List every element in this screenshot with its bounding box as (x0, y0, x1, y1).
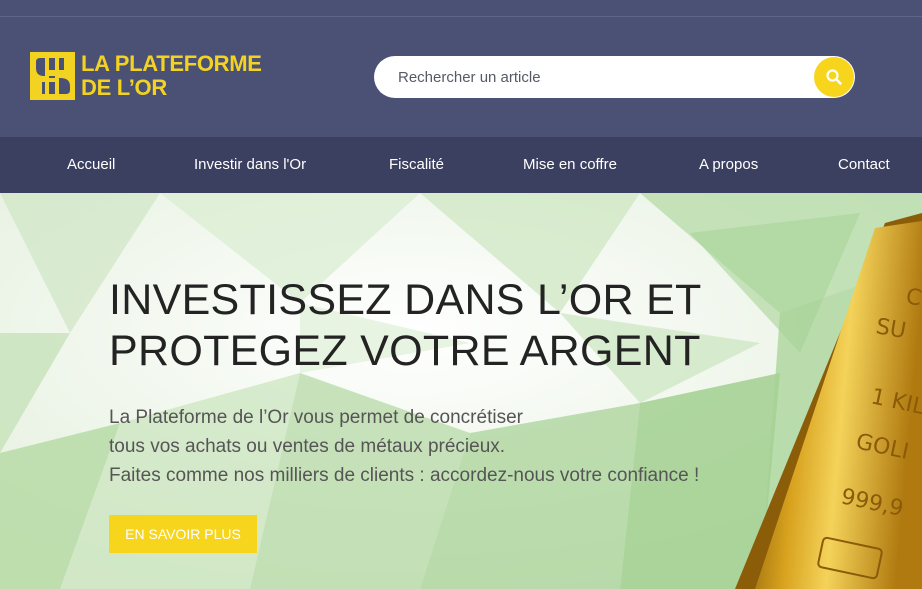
logo-mark-icon (30, 52, 75, 100)
nav-item-investir[interactable]: Investir dans l'Or (194, 137, 306, 193)
gold-bar-text-1: C (904, 284, 922, 311)
hero-text-line-2: tous vos achats ou ventes de métaux préc… (109, 436, 506, 457)
nav-item-accueil[interactable]: Accueil (67, 137, 115, 193)
logo-text: LA PLATEFORME DE L’OR (81, 52, 262, 100)
hero-description: La Plateforme de l’Or vous permet de con… (109, 403, 699, 490)
search-input[interactable] (398, 56, 808, 98)
main-nav: Accueil Investir dans l'Or Fiscalité Mis… (0, 137, 922, 193)
nav-item-fiscalite[interactable]: Fiscalité (389, 137, 444, 193)
hero-title-line-2: PROTEGEZ VOTRE ARGENT (109, 327, 701, 375)
site-header: LA PLATEFORME DE L’OR (0, 0, 922, 137)
hero-title-line-1: INVESTISSEZ DANS L’OR ET (109, 276, 702, 324)
logo-line-1: LA PLATEFORME (81, 51, 262, 76)
hero-title: INVESTISSEZ DANS L’OR ET PROTEGEZ VOTRE … (109, 275, 702, 377)
hero-banner: C SU 1 KIL GOLI 999,9 INVESTISSEZ DANS L… (0, 193, 922, 589)
search-bar (374, 56, 855, 98)
nav-item-mise-en-coffre[interactable]: Mise en coffre (523, 137, 617, 193)
hero-text-line-3: Faites comme nos milliers de clients : a… (109, 465, 700, 486)
header-divider (0, 16, 922, 17)
search-button[interactable] (814, 57, 854, 97)
nav-item-contact[interactable]: Contact (838, 137, 890, 193)
site-logo[interactable]: LA PLATEFORME DE L’OR (30, 52, 262, 100)
gold-bar-image: C SU 1 KIL GOLI 999,9 (735, 213, 922, 589)
logo-line-2: DE L’OR (81, 75, 167, 100)
learn-more-button[interactable]: EN SAVOIR PLUS (109, 515, 257, 553)
hero-text-line-1: La Plateforme de l’Or vous permet de con… (109, 407, 523, 428)
search-icon (826, 69, 842, 85)
nav-item-a-propos[interactable]: A propos (699, 137, 758, 193)
gold-bar-text-2: SU (874, 314, 908, 344)
